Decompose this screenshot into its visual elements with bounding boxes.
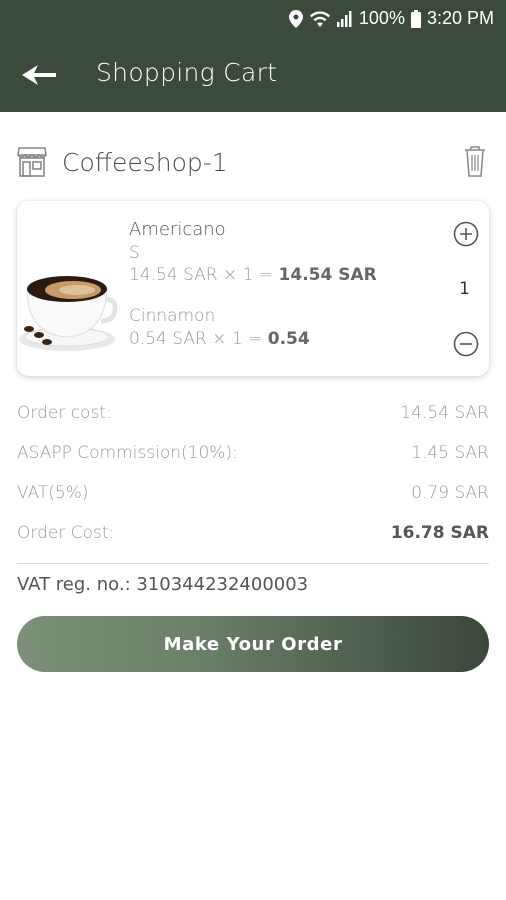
item-price-line: 14.54 SAR × 1 = 14.54 SAR — [129, 265, 377, 285]
vat-registration-number: VAT reg. no.: 310344232400003 — [17, 574, 309, 595]
signal-icon — [336, 10, 353, 27]
trash-icon[interactable] — [462, 144, 488, 182]
summary-label: ASAPP Commission(10%): — [17, 443, 238, 463]
extra-price-formula: 0.54 SAR × 1 = — [129, 329, 263, 349]
battery-percent: 100% — [358, 8, 405, 28]
item-price-total: 14.54 SAR — [278, 265, 377, 285]
summary-label: Order Cost: — [17, 523, 115, 543]
order-summary: Order cost: 14.54 SAR ASAPP Commission(1… — [17, 400, 489, 560]
shop-name: Coffeeshop-1 — [62, 148, 228, 177]
page-title: Shopping Cart — [96, 58, 278, 87]
coffee-cup-image — [17, 259, 118, 357]
battery-icon — [410, 9, 421, 28]
item-price-formula: 14.54 SAR × 1 = — [129, 265, 274, 285]
summary-row-vat: VAT(5%) 0.79 SAR — [17, 480, 489, 520]
store-icon — [17, 146, 47, 182]
summary-total-value: 16.78 SAR — [390, 523, 489, 543]
wifi-icon — [309, 10, 331, 27]
make-order-button[interactable]: Make Your Order — [17, 616, 489, 672]
extra-name: Cinnamon — [129, 306, 216, 326]
app-bar: Shopping Cart — [0, 36, 506, 112]
plus-icon[interactable] — [453, 221, 479, 251]
quantity-value: 1 — [459, 279, 470, 299]
clock: 3:20 PM — [426, 8, 494, 28]
back-arrow-icon[interactable] — [20, 60, 60, 90]
summary-value: 0.79 SAR — [411, 483, 489, 503]
summary-label: VAT(5%) — [17, 483, 89, 503]
summary-row-commission: ASAPP Commission(10%): 1.45 SAR — [17, 440, 489, 480]
summary-value: 1.45 SAR — [411, 443, 489, 463]
cart-item-card: Americano S 14.54 SAR × 1 = 14.54 SAR Ci… — [17, 201, 489, 376]
item-name: Americano — [129, 219, 226, 240]
summary-row-order-cost: Order cost: 14.54 SAR — [17, 400, 489, 440]
status-bar: 100% 3:20 PM — [0, 0, 506, 36]
summary-label: Order cost: — [17, 403, 112, 423]
item-size: S — [129, 243, 140, 263]
summary-row-total: Order Cost: 16.78 SAR — [17, 520, 489, 560]
divider — [17, 563, 489, 564]
summary-value: 14.54 SAR — [400, 403, 489, 423]
extra-price-line: 0.54 SAR × 1 = 0.54 — [129, 329, 310, 349]
minus-icon[interactable] — [453, 331, 479, 361]
extra-price-total: 0.54 — [267, 329, 310, 349]
location-icon — [288, 9, 303, 28]
shop-header: Coffeeshop-1 — [0, 140, 506, 190]
